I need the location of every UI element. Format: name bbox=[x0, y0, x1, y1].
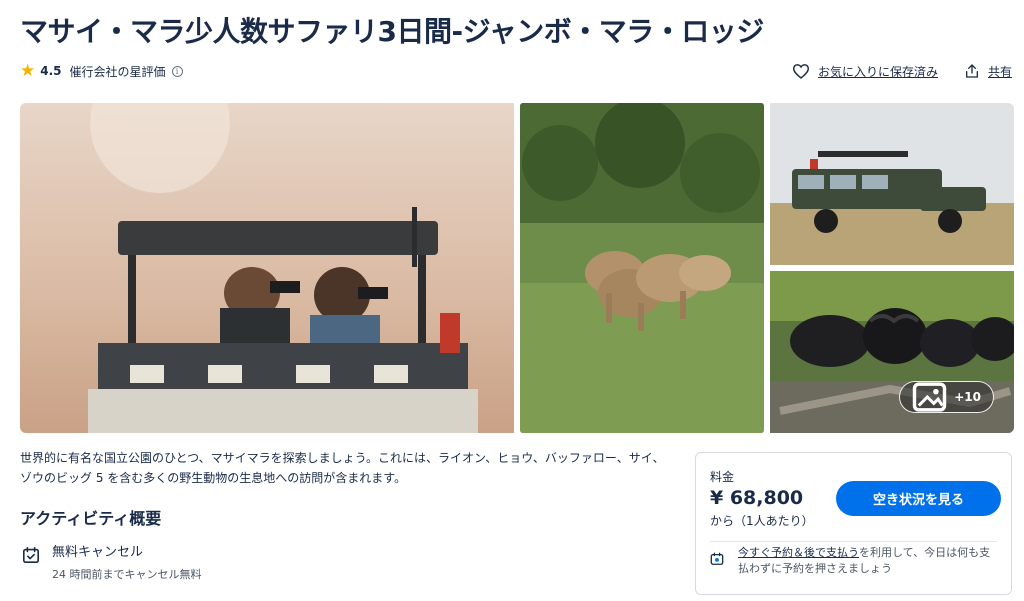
gallery-photo-land-cruiser[interactable] bbox=[770, 103, 1014, 265]
rating-label: 催行会社の星評価 bbox=[69, 64, 166, 79]
price-label: 料金 bbox=[710, 470, 735, 484]
check-availability-button[interactable]: 空き状況を見る bbox=[836, 481, 1001, 516]
calendar-money-icon bbox=[710, 552, 724, 565]
price-value: ¥ 68,800 bbox=[710, 487, 804, 509]
divider bbox=[710, 541, 997, 542]
image-icon bbox=[913, 382, 947, 412]
page-title: マサイ・マラ少人数サファリ3日間-ジャンボ・マラ・ロッジ bbox=[20, 15, 764, 48]
feature-free-cancellation: 無料キャンセル 24 時間前までキャンセル無料 bbox=[22, 544, 202, 582]
calendar-check-icon bbox=[22, 546, 40, 564]
info-icon[interactable]: i bbox=[171, 65, 183, 77]
gallery-photo-safari-vehicle[interactable] bbox=[20, 103, 514, 433]
feature-subtitle: 24 時間前までキャンセル無料 bbox=[52, 568, 202, 581]
feature-title: 無料キャンセル bbox=[52, 545, 144, 560]
gallery-photo-lions[interactable] bbox=[520, 103, 764, 433]
view-more-photos-button[interactable]: +10 bbox=[899, 381, 994, 413]
save-label: お気に入りに保存済み bbox=[817, 64, 938, 79]
reserve-now-pay-later: 今すぐ予約＆後で支払うを利用して、今日は何も支払わずに予約を押さえましょう bbox=[710, 545, 1000, 577]
more-photos-count: +10 bbox=[954, 390, 981, 404]
share-button[interactable]: 共有 bbox=[964, 63, 1012, 80]
star-icon: ★ bbox=[20, 60, 36, 81]
rating-score: 4.5 bbox=[40, 64, 62, 78]
save-to-wishlist-button[interactable]: お気に入りに保存済み bbox=[792, 63, 938, 80]
gallery-photo-buffalo[interactable]: +10 bbox=[770, 271, 1014, 433]
share-icon bbox=[965, 64, 978, 78]
pay-later-link[interactable]: 今すぐ予約＆後で支払う bbox=[738, 546, 859, 559]
heart-icon bbox=[792, 64, 809, 79]
overview-title: アクティビティ概要 bbox=[20, 509, 162, 528]
rating-row: ★ 4.5 催行会社の星評価 i bbox=[20, 60, 183, 82]
activity-description: 世界的に有名な国立公園のひとつ、マサイマラを探索しましょう。これには、ライオン、… bbox=[20, 451, 665, 485]
booking-card: 料金 ¥ 68,800 から（1人あたり） 空き状況を見る 今すぐ予約＆後で支払… bbox=[695, 452, 1012, 595]
header-actions: お気に入りに保存済み 共有 bbox=[792, 60, 1012, 82]
share-label: 共有 bbox=[987, 64, 1012, 79]
price-unit: から（1人あたり） bbox=[710, 514, 814, 528]
